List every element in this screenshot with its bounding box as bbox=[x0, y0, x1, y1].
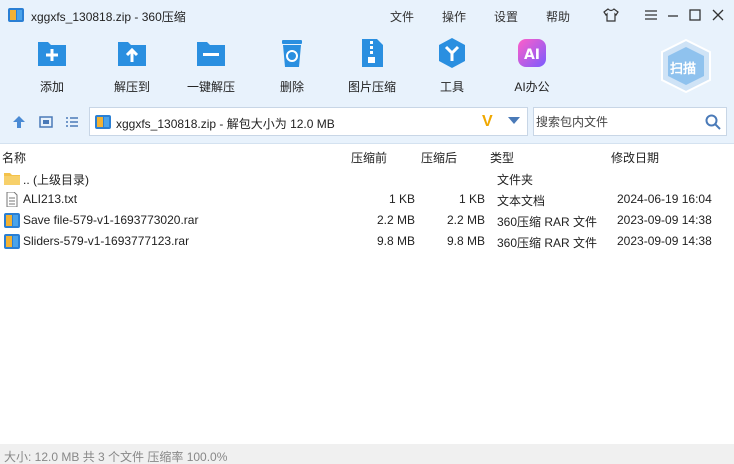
one-click-extract-button[interactable]: 一键解压 bbox=[173, 36, 249, 98]
window-title: xggxfs_130818.zip - 360压缩 bbox=[31, 10, 186, 24]
tools-label: 工具 bbox=[439, 80, 464, 94]
menu-operation[interactable]: 操作 bbox=[442, 8, 466, 25]
extract-to-button[interactable]: 解压到 bbox=[94, 36, 170, 98]
ai-office-icon: AI bbox=[518, 39, 546, 67]
address-bar[interactable]: xggxfs_130818.zip - 解包大小为 12.0 MB V bbox=[89, 107, 528, 136]
add-button[interactable]: 添加 bbox=[14, 36, 90, 98]
col-modified[interactable]: 修改日期 bbox=[611, 149, 659, 166]
status-text: 大小: 12.0 MB 共 3 个文件 压缩率 100.0% bbox=[4, 450, 228, 464]
file-name: Save file-579-v1-1693773020.rar bbox=[23, 213, 199, 227]
archive-path: xggxfs_130818.zip - 解包大小为 12.0 MB bbox=[116, 117, 335, 131]
scan-button[interactable]: 扫描 bbox=[656, 38, 716, 94]
file-date: 2023-09-09 14:38 bbox=[617, 213, 712, 227]
title-bar: xggxfs_130818.zip - 360压缩 文件 操作 设置 帮助 bbox=[0, 0, 734, 30]
file-name: .. (上级目录) bbox=[23, 173, 89, 187]
menu-file[interactable]: 文件 bbox=[390, 8, 414, 25]
list-item[interactable]: ALI213.txt 1 KB 1 KB 文本文档 2024-06-19 16:… bbox=[0, 189, 734, 210]
image-compress-button[interactable]: 图片压缩 bbox=[334, 36, 410, 98]
image-compress-icon bbox=[362, 39, 383, 67]
rar-file-icon bbox=[4, 213, 20, 228]
list-view-icon[interactable] bbox=[64, 114, 80, 130]
image-compress-label: 图片压缩 bbox=[347, 80, 396, 94]
status-bar: 大小: 12.0 MB 共 3 个文件 压缩率 100.0% bbox=[0, 444, 734, 464]
search-box[interactable] bbox=[533, 107, 727, 136]
tools-icon bbox=[439, 38, 465, 68]
ai-office-button[interactable]: AI AI办公 bbox=[494, 36, 570, 98]
file-size-after: 1 KB bbox=[458, 192, 485, 206]
file-type: 文件夹 bbox=[497, 173, 534, 187]
file-type: 360压缩 RAR 文件 bbox=[497, 215, 598, 229]
ai-office-label: AI办公 bbox=[514, 80, 550, 94]
thumbnail-view-icon[interactable] bbox=[38, 114, 54, 130]
col-before[interactable]: 压缩前 bbox=[351, 149, 387, 166]
extract-to-icon bbox=[118, 42, 146, 66]
verified-v-icon[interactable]: V bbox=[482, 113, 493, 131]
file-type: 360压缩 RAR 文件 bbox=[497, 236, 598, 250]
file-type: 文本文档 bbox=[497, 194, 546, 208]
column-header: 名称 压缩前 压缩后 类型 修改日期 bbox=[0, 145, 734, 167]
file-size-after: 2.2 MB bbox=[446, 213, 485, 227]
minimize-icon[interactable] bbox=[664, 6, 682, 24]
one-click-extract-icon bbox=[197, 42, 225, 66]
list-item[interactable]: Save file-579-v1-1693773020.rar 2.2 MB 2… bbox=[0, 210, 734, 231]
one-click-extract-label: 一键解压 bbox=[186, 80, 235, 94]
file-size-before: 2.2 MB bbox=[376, 213, 415, 227]
col-after[interactable]: 压缩后 bbox=[421, 149, 457, 166]
tools-button[interactable]: 工具 bbox=[414, 36, 490, 98]
history-dropdown-icon[interactable] bbox=[508, 117, 520, 124]
svg-text:AI: AI bbox=[524, 47, 540, 63]
menu-settings[interactable]: 设置 bbox=[494, 8, 518, 25]
file-size-before: 1 KB bbox=[388, 192, 415, 206]
skin-icon[interactable] bbox=[602, 6, 620, 24]
delete-icon bbox=[282, 40, 302, 67]
delete-label: 删除 bbox=[279, 80, 304, 94]
extract-to-label: 解压到 bbox=[113, 80, 150, 94]
zip-file-icon bbox=[95, 115, 111, 129]
scan-label: 扫描 bbox=[670, 61, 697, 76]
close-icon[interactable] bbox=[709, 6, 727, 24]
file-name: Sliders-579-v1-1693777123.rar bbox=[23, 234, 190, 248]
file-size-before: 9.8 MB bbox=[376, 234, 415, 248]
col-name[interactable]: 名称 bbox=[2, 149, 26, 166]
text-file-icon bbox=[6, 192, 18, 207]
search-input[interactable] bbox=[536, 113, 696, 131]
delete-button[interactable]: 删除 bbox=[254, 36, 330, 98]
search-icon[interactable] bbox=[704, 113, 722, 131]
file-date: 2023-09-09 14:38 bbox=[617, 234, 712, 248]
list-item-parent[interactable]: .. (上级目录) 文件夹 bbox=[0, 168, 734, 189]
list-item[interactable]: Sliders-579-v1-1693777123.rar 9.8 MB 9.8… bbox=[0, 231, 734, 252]
file-date: 2024-06-19 16:04 bbox=[617, 192, 712, 206]
rar-file-icon bbox=[4, 234, 20, 249]
folder-icon bbox=[4, 173, 20, 185]
file-name: ALI213.txt bbox=[23, 192, 78, 206]
col-type[interactable]: 类型 bbox=[490, 149, 514, 166]
menu-help[interactable]: 帮助 bbox=[546, 8, 570, 25]
maximize-icon[interactable] bbox=[686, 6, 704, 24]
menu-icon[interactable] bbox=[642, 6, 660, 24]
up-arrow-icon[interactable] bbox=[11, 114, 27, 130]
file-size-after: 9.8 MB bbox=[446, 234, 485, 248]
archive-icon bbox=[8, 8, 24, 22]
add-icon bbox=[38, 42, 66, 66]
add-label: 添加 bbox=[39, 80, 64, 94]
